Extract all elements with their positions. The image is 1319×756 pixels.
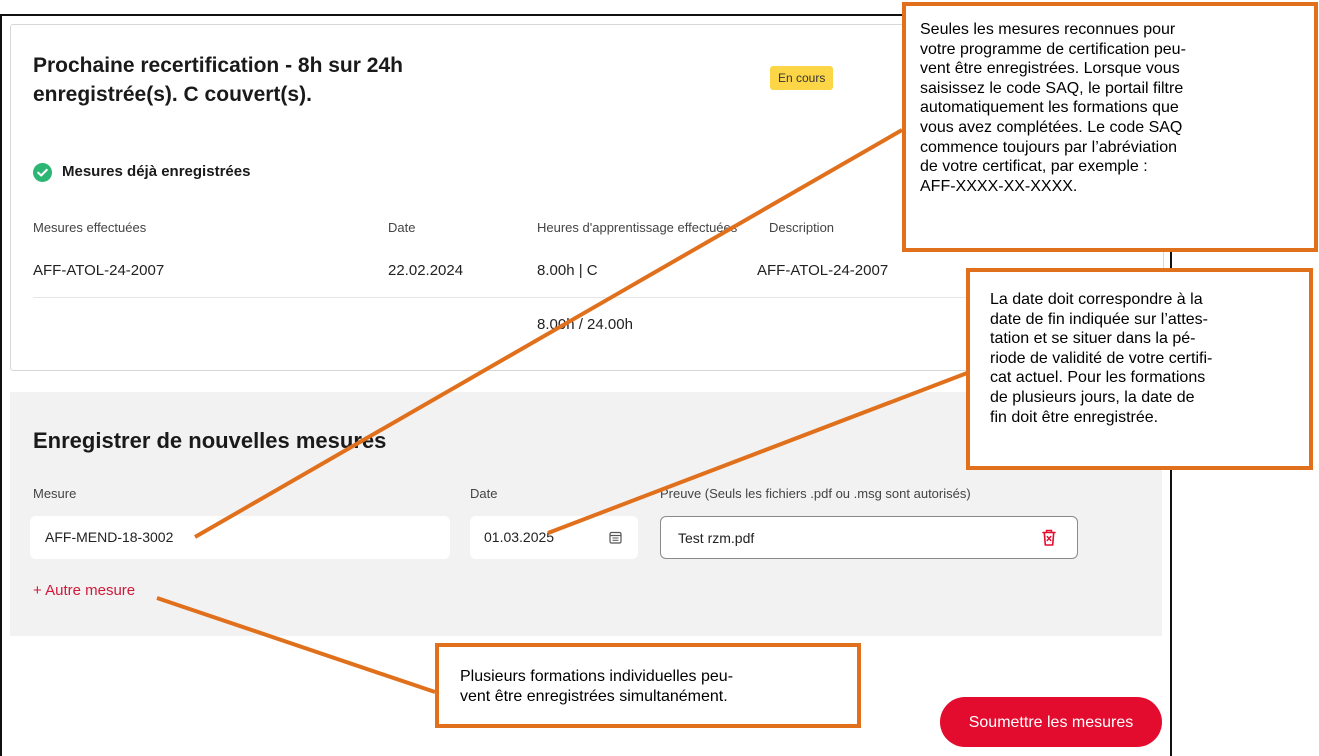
callout-line: vent être enregistrées simultanément.: [460, 687, 728, 705]
proof-file-name: Test rzm.pdf: [678, 530, 755, 546]
callout-line: votre programme de certification peu-: [920, 40, 1186, 58]
calendar-icon[interactable]: [609, 531, 622, 544]
callout-line: AFF-XXXX-XX-XXXX.: [920, 177, 1078, 195]
callout-line: riode de validité de votre certifi-: [990, 349, 1213, 367]
trash-icon[interactable]: [1041, 528, 1057, 547]
date-input[interactable]: 01.03.2025: [470, 516, 638, 559]
new-measures-title: Enregistrer de nouvelles mesures: [33, 428, 387, 453]
table-cell-date: 22.02.2024: [388, 262, 464, 279]
column-header-description: Description: [769, 220, 835, 235]
callout-line: de plusieurs jours, la date de: [990, 388, 1195, 406]
status-badge: En cours: [770, 66, 834, 90]
proof-file-field[interactable]: Test rzm.pdf: [660, 516, 1078, 559]
column-header-hours: Heures d'apprentissage effectuées: [537, 220, 738, 235]
column-header-date: Date: [388, 220, 416, 235]
table-cell-measure: AFF-ATOL-24-2007: [33, 262, 165, 279]
table-cell-hours: 8.00h | C: [537, 262, 598, 279]
callout-line: cat actuel. Pour les formations: [990, 369, 1206, 387]
callout-line: vous avez complétées. Le code SAQ: [920, 118, 1183, 136]
callout-line: fin doit être enregistrée.: [990, 408, 1159, 426]
callout-line: Seules les mesures reconnues pour: [920, 21, 1176, 38]
callout-line: date de fin indiquée sur l’attes-: [990, 310, 1208, 328]
callout-line: La date doit correspondre à la: [990, 291, 1203, 308]
window-frame-left: [0, 14, 2, 756]
callout-line: saisissez le code SAQ, le portail filtre: [920, 79, 1184, 97]
measure-input-value: AFF-MEND-18-3002: [45, 529, 174, 545]
callout-line: commence toujours par l’abréviation: [920, 138, 1178, 156]
date-label: Date: [470, 486, 498, 501]
page-title: Prochaine recertification - 8h sur 24h e…: [33, 54, 403, 106]
add-measure-link[interactable]: + Autre mesure: [33, 582, 135, 599]
callout-line: tation et se situer dans la pé-: [990, 330, 1196, 348]
hours-total: 8.00h / 24.00h: [537, 316, 633, 333]
column-header-measures: Mesures effectuées: [33, 220, 147, 235]
submit-measures-button[interactable]: Soumettre les mesures: [940, 697, 1162, 747]
callout-line: automatiquement les formations que: [920, 99, 1179, 117]
table-cell-description: AFF-ATOL-24-2007: [757, 262, 889, 279]
callout-line: vent être enregistrées. Lorsque vous: [920, 60, 1180, 78]
callout-saq-code: Seules les mesures reconnues pour votre …: [902, 2, 1318, 252]
check-circle-icon: [33, 163, 52, 182]
registered-measures-label: Mesures déjà enregistrées: [62, 163, 251, 180]
callout-multiple: Plusieurs formations individuelles peu- …: [435, 643, 861, 728]
date-input-value: 01.03.2025: [484, 529, 555, 545]
callout-date: La date doit correspondre à la date de f…: [966, 268, 1313, 470]
measure-label: Mesure: [33, 486, 77, 501]
proof-label: Preuve (Seuls les fichiers .pdf ou .msg …: [660, 486, 971, 501]
callout-line: de votre certificat, par exemple :: [920, 158, 1148, 176]
callout-line: Plusieurs formations individuelles peu-: [460, 668, 734, 685]
measure-input[interactable]: AFF-MEND-18-3002: [30, 516, 450, 559]
